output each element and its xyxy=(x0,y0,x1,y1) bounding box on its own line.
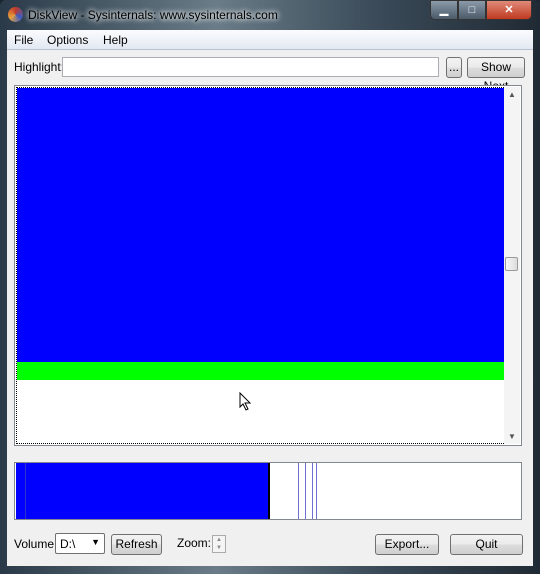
overview-marker-line xyxy=(298,463,299,519)
zoom-spinner[interactable]: ▲ ▼ xyxy=(212,535,226,553)
refresh-button[interactable]: Refresh xyxy=(111,534,162,555)
mouse-cursor-icon xyxy=(239,392,252,411)
zoom-down-icon[interactable]: ▼ xyxy=(213,544,225,552)
overview-marker-line xyxy=(316,463,317,519)
volume-label: Volume: xyxy=(14,537,58,551)
highlight-input[interactable] xyxy=(62,57,439,77)
scroll-down-icon[interactable]: ▼ xyxy=(508,432,516,441)
dropdown-arrow-icon: ▼ xyxy=(91,537,100,547)
client-area: File Options Help Highlight: ... Show Ne… xyxy=(7,30,533,566)
zoom-label: Zoom: xyxy=(177,536,212,550)
other-clusters-block xyxy=(17,362,505,380)
menu-options[interactable]: Options xyxy=(47,33,88,47)
disk-map[interactable]: ▲ ▼ xyxy=(14,85,522,446)
show-next-button[interactable]: Show Next xyxy=(467,57,525,93)
overview-used-block xyxy=(16,463,270,519)
maximize-button[interactable]: □ xyxy=(458,0,486,20)
overview-marker-line xyxy=(25,463,26,519)
export-button[interactable]: Export... xyxy=(375,534,439,555)
highlight-label: Highlight: xyxy=(14,60,65,74)
scroll-thumb[interactable] xyxy=(505,257,518,271)
close-button[interactable]: ✕ xyxy=(486,0,532,20)
menu-help[interactable]: Help xyxy=(103,33,128,47)
used-clusters-block xyxy=(17,88,505,362)
cluster-map-area[interactable] xyxy=(16,87,506,444)
browse-button[interactable]: ... xyxy=(446,57,462,78)
quit-button[interactable]: Quit xyxy=(450,534,523,555)
menu-bar: File Options Help xyxy=(7,30,533,50)
map-scrollbar[interactable]: ▲ ▼ xyxy=(504,87,520,444)
diskview-app-icon xyxy=(8,7,23,22)
zoom-up-icon[interactable]: ▲ xyxy=(213,536,225,544)
window-title: DiskView - Sysinternals: www.sysinternal… xyxy=(28,8,278,22)
overview-marker-line xyxy=(305,463,306,519)
volume-select[interactable]: D:\ ▼ xyxy=(55,533,105,554)
menu-file[interactable]: File xyxy=(14,33,33,47)
volume-value: D:\ xyxy=(60,537,76,551)
window: DiskView - Sysinternals: www.sysinternal… xyxy=(0,0,540,574)
disk-overview[interactable] xyxy=(14,462,522,520)
overview-marker-line xyxy=(312,463,313,519)
minimize-button[interactable]: ▁ xyxy=(430,0,458,20)
scroll-up-icon[interactable]: ▲ xyxy=(508,90,516,99)
